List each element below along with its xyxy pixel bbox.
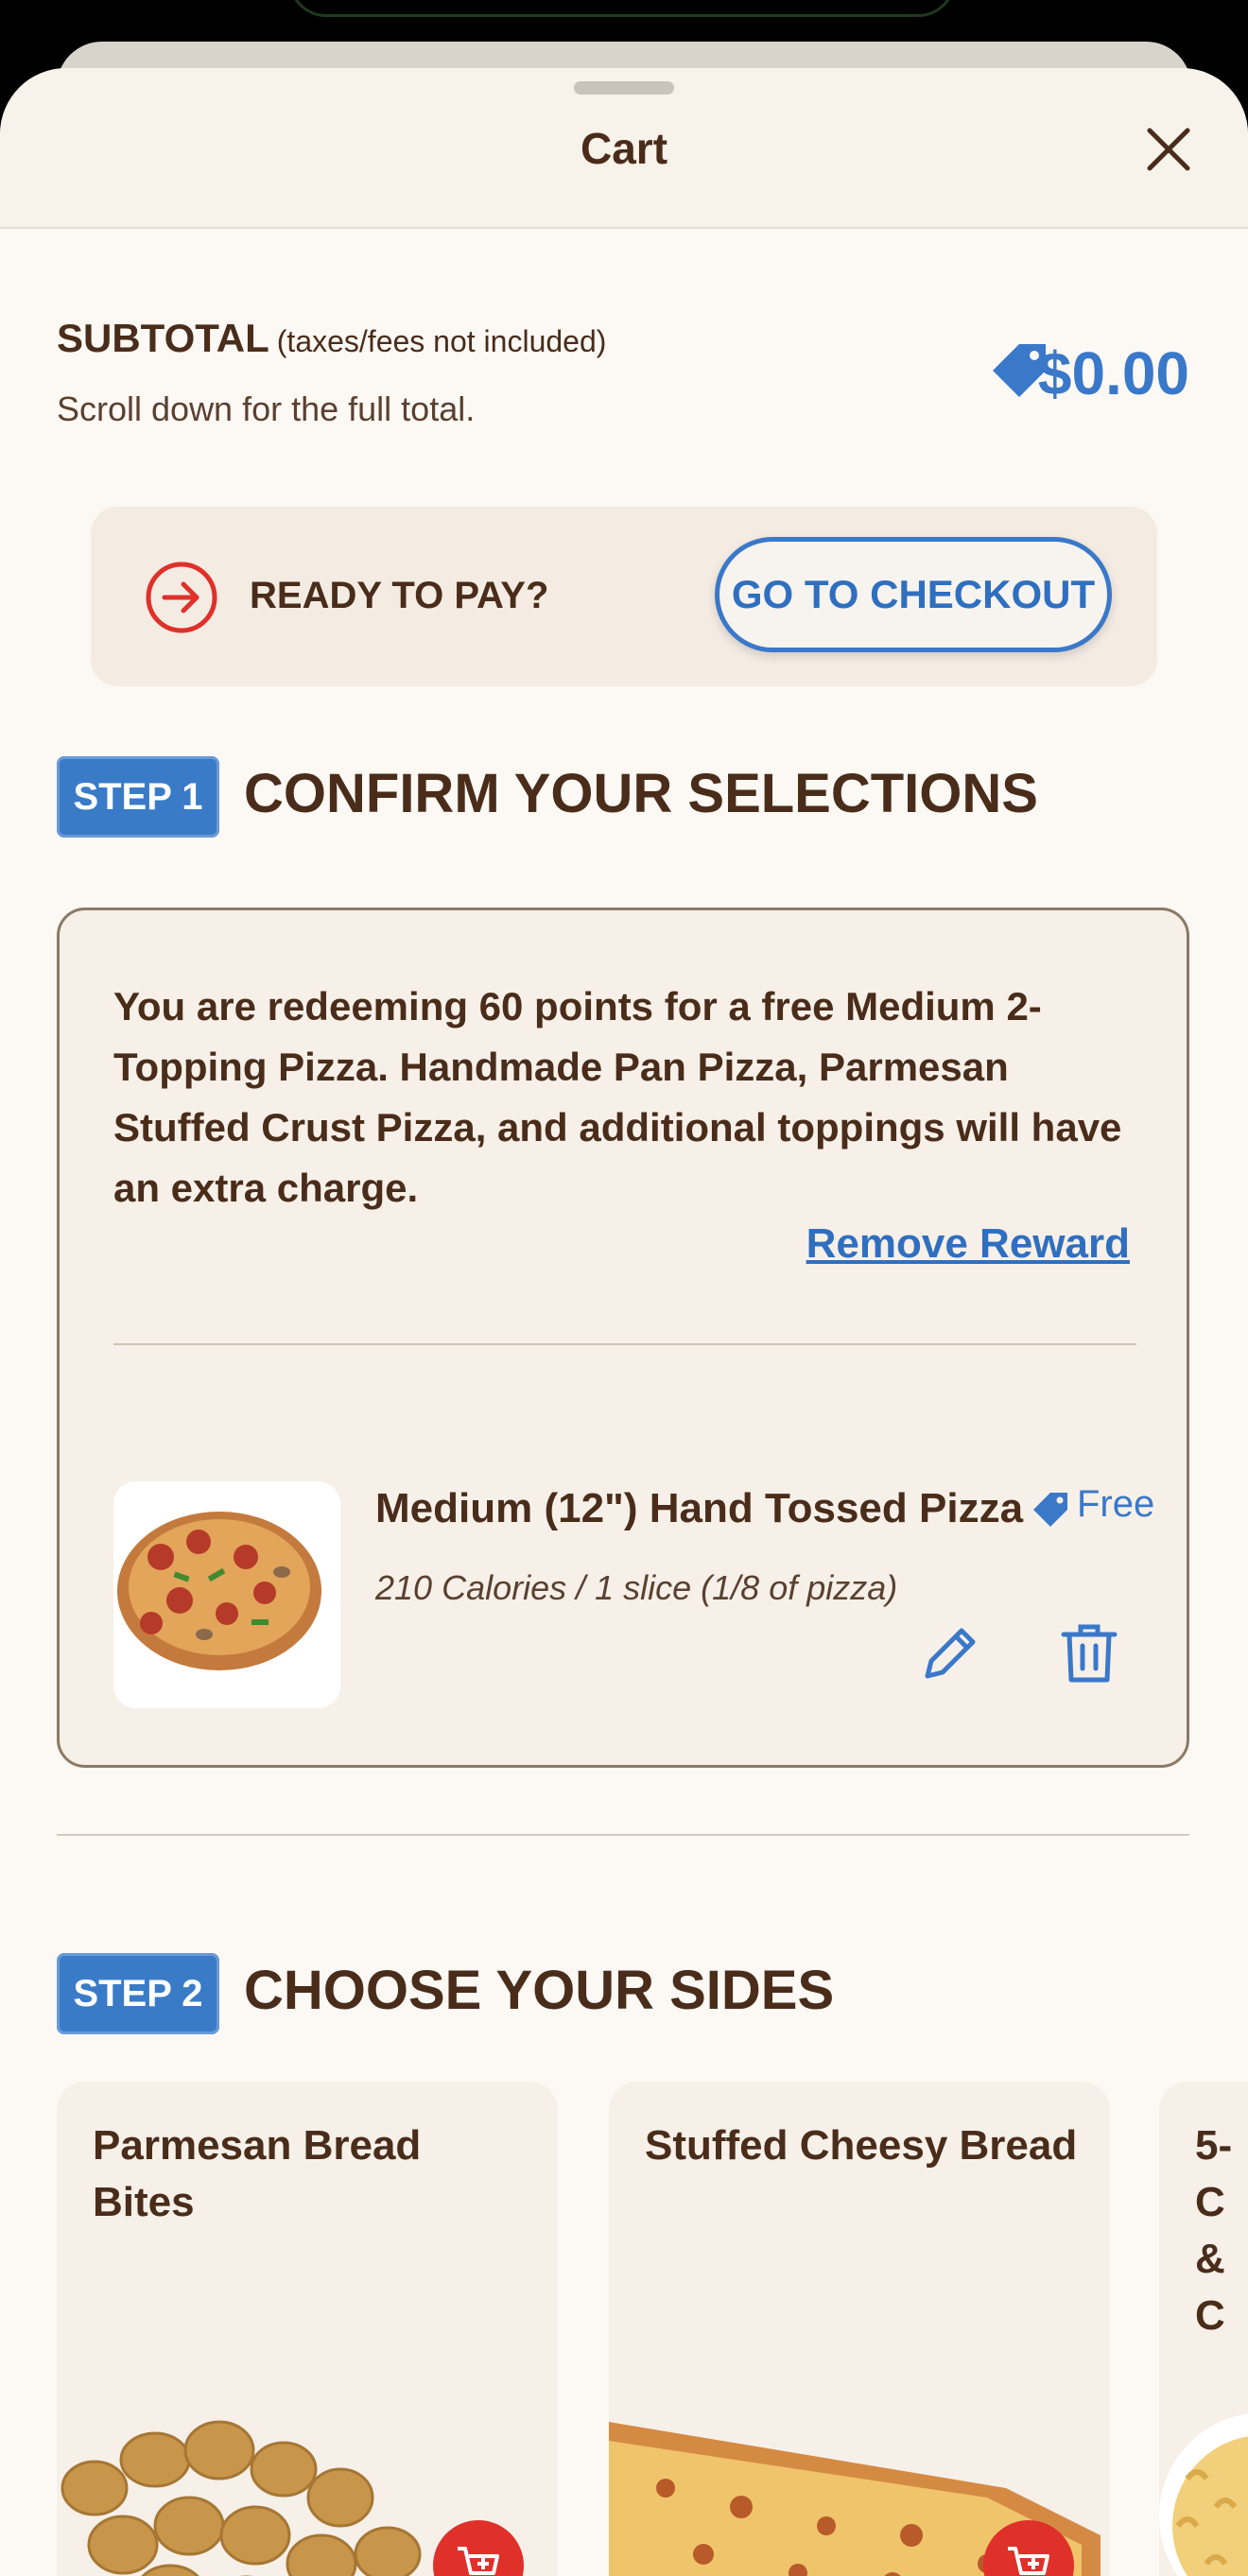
side-name: 5-C & C — [1195, 2122, 1233, 2339]
add-to-cart-icon — [458, 2547, 499, 2575]
step-2-title: CHOOSE YOUR SIDES — [244, 1960, 835, 2021]
ready-to-pay-banner: READY TO PAY? GO TO CHECKOUT — [91, 507, 1157, 686]
side-name: Parmesan Bread Bites — [93, 2122, 422, 2225]
subtotal-note: (taxes/fees not included) — [276, 324, 607, 358]
item-name[interactable]: Medium (12") Hand Tossed Pizza — [375, 1485, 1023, 1532]
reward-item-card: You are redeeming 60 points for a free M… — [57, 908, 1189, 1768]
arrow-right-circle-icon — [146, 562, 217, 633]
pizza-image — [113, 1481, 340, 1708]
subtotal-value: $0.00 — [1037, 339, 1189, 407]
divider — [113, 1343, 1136, 1345]
ready-to-pay-text: READY TO PAY? — [250, 575, 549, 616]
drag-handle[interactable] — [574, 81, 674, 95]
close-icon[interactable] — [1140, 121, 1197, 178]
reward-description: You are redeeming 60 points for a free M… — [113, 984, 1122, 1210]
cart-sheet: Cart SUBTOTAL (taxes/fees not included) S… — [0, 68, 1248, 2576]
scroll-note: Scroll down for the full total. — [57, 389, 476, 428]
subtotal-heading: SUBTOTAL (taxes/fees not included) — [57, 316, 606, 361]
pizza-illustration — [117, 1512, 321, 1670]
mac-and-cheese-image — [1159, 2413, 1248, 2576]
step-1-title: CONFIRM YOUR SELECTIONS — [244, 763, 1038, 824]
page-title: Cart — [580, 124, 668, 173]
section-divider — [57, 1834, 1189, 1836]
trash-icon[interactable] — [1058, 1621, 1120, 1686]
subtotal-label: SUBTOTAL — [57, 316, 269, 360]
cart-header: Cart — [0, 68, 1248, 229]
item-price: Free — [1077, 1483, 1155, 1525]
go-to-checkout-button[interactable]: GO TO CHECKOUT — [715, 537, 1112, 652]
edit-icon[interactable] — [918, 1621, 982, 1686]
step-2-badge: STEP 2 — [57, 1953, 219, 2034]
remove-reward-link[interactable]: Remove Reward — [806, 1220, 1130, 1268]
add-to-cart-icon — [1008, 2547, 1049, 2575]
side-card-stuffed-cheesy-bread[interactable]: Stuffed Cheesy Bread — [609, 2082, 1110, 2576]
background-sheet-edge — [288, 0, 956, 17]
side-card-mac-and-cheese[interactable]: 5-C & C — [1159, 2082, 1248, 2576]
price-tag-icon — [1033, 1493, 1067, 1527]
side-card-parmesan-bread-bites[interactable]: Parmesan Bread Bites — [57, 2082, 558, 2576]
side-name: Stuffed Cheesy Bread — [645, 2122, 1078, 2169]
item-calories: 210 Calories / 1 slice (1/8 of pizza) — [375, 1568, 898, 1607]
step-1-badge: STEP 1 — [57, 756, 219, 838]
